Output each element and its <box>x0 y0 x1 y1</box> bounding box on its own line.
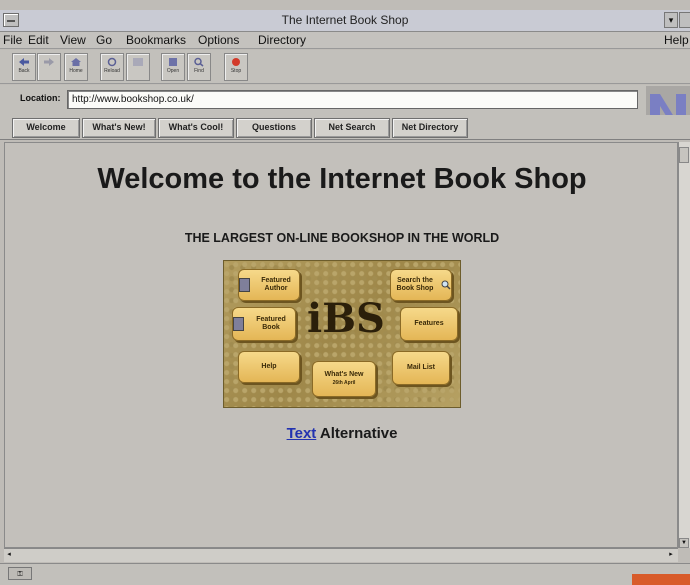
find-button[interactable]: Find <box>187 53 211 81</box>
back-button[interactable]: Back <box>12 53 36 81</box>
back-arrow-icon <box>19 58 29 66</box>
ibs-logo: iBS <box>307 295 385 342</box>
window-title: The Internet Book Shop <box>281 13 409 27</box>
vertical-scrollbar[interactable] <box>678 142 690 548</box>
net-search-button[interactable]: Net Search <box>314 118 390 138</box>
menu-go[interactable]: Go <box>96 33 112 47</box>
text-link[interactable]: Text <box>287 425 317 442</box>
minimize-button[interactable]: ▾ <box>664 12 678 28</box>
menu-directory[interactable]: Directory <box>258 33 306 47</box>
menu-options[interactable]: Options <box>198 33 239 47</box>
text-alternative: Text Alternative <box>5 425 679 442</box>
forward-arrow-icon <box>44 58 54 66</box>
location-label: Location: <box>20 93 61 103</box>
page-content: Welcome to the Internet Book Shop THE LA… <box>4 142 678 548</box>
status-bar <box>0 563 690 585</box>
menu-bar: File Edit View Go Bookmarks Options Dire… <box>0 32 690 49</box>
help-link[interactable]: Help <box>238 351 300 383</box>
scroll-right-arrow-icon[interactable]: ▸ <box>666 549 676 561</box>
mail-list-link[interactable]: Mail List <box>392 351 450 385</box>
features-link[interactable]: Features <box>400 307 458 341</box>
progress-indicator <box>632 574 690 585</box>
vertical-scroll-thumb[interactable] <box>679 147 689 163</box>
title-bar: The Internet Book Shop ▾ <box>0 10 690 32</box>
menu-file[interactable]: File <box>3 33 22 47</box>
location-bar: Location: http://www.bookshop.co.uk/ <box>0 85 690 115</box>
net-directory-button[interactable]: Net Directory <box>392 118 468 138</box>
horizontal-scrollbar[interactable] <box>4 548 678 562</box>
open-button[interactable]: Open <box>161 53 185 81</box>
toolbar: Back Home Reload Open Find Stop <box>0 50 690 84</box>
welcome-button[interactable]: Welcome <box>12 118 80 138</box>
whats-new-link[interactable]: What's New 26th April <box>312 361 376 397</box>
questions-button[interactable]: Questions <box>236 118 312 138</box>
featured-book-link[interactable]: Featured Book <box>232 307 296 341</box>
find-icon <box>194 57 204 67</box>
url-input[interactable]: http://www.bookshop.co.uk/ <box>67 90 638 109</box>
reload-button[interactable]: Reload <box>100 53 124 81</box>
author-photo-icon <box>239 278 250 292</box>
page-subtitle: THE LARGEST ON-LINE BOOKSHOP IN THE WORL… <box>184 231 500 245</box>
images-button[interactable] <box>126 53 150 81</box>
search-book-shop-link[interactable]: Search the Book Shop <box>390 269 452 301</box>
text-alternative-label: Alternative <box>316 425 398 442</box>
scroll-left-arrow-icon[interactable]: ◂ <box>4 549 14 561</box>
open-icon <box>169 58 177 66</box>
menu-bookmarks[interactable]: Bookmarks <box>126 33 186 47</box>
reload-icon <box>107 57 117 67</box>
stop-button[interactable]: Stop <box>224 53 248 81</box>
magnifier-icon <box>441 280 451 290</box>
images-icon <box>133 58 143 66</box>
page-title: Welcome to the Internet Book Shop <box>97 163 587 195</box>
forward-button[interactable] <box>37 53 61 81</box>
book-cover-icon <box>233 317 244 331</box>
maximize-button[interactable] <box>679 12 690 28</box>
whats-cool-button[interactable]: What's Cool! <box>158 118 234 138</box>
menu-view[interactable]: View <box>60 33 86 47</box>
menu-edit[interactable]: Edit <box>28 33 49 47</box>
directory-buttons-bar: Welcome What's New! What's Cool! Questio… <box>0 115 690 140</box>
menu-help[interactable]: Help <box>664 33 689 47</box>
home-button[interactable]: Home <box>64 53 88 81</box>
featured-author-link[interactable]: Featured Author <box>238 269 300 301</box>
scroll-down-arrow-icon[interactable]: ▼ <box>679 538 689 548</box>
ibs-image-map: Featured Author Search the Book Shop Fea… <box>223 260 461 408</box>
whats-new-button[interactable]: What's New! <box>82 118 156 138</box>
stop-icon <box>232 58 240 66</box>
home-icon <box>71 58 81 66</box>
security-key-icon: ⚿ <box>8 567 32 580</box>
